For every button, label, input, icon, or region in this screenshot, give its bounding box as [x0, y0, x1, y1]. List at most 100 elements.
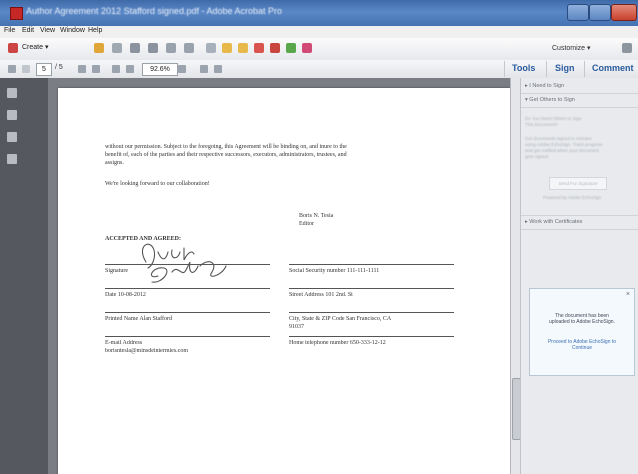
tab-separator	[546, 61, 547, 77]
expand-icon[interactable]	[622, 43, 632, 53]
close-button[interactable]	[611, 4, 637, 21]
phone-line	[289, 336, 454, 337]
form-icon[interactable]	[302, 43, 312, 53]
send-for-signature-button[interactable]: Send For Signature	[549, 177, 607, 190]
section-divider	[521, 93, 638, 94]
tab-separator	[504, 61, 505, 77]
powered-by-text: Powered by Adobe EchoSign	[543, 195, 602, 200]
zoom-dropdown-icon[interactable]	[178, 65, 186, 73]
next-page-icon[interactable]	[22, 65, 30, 73]
signature-label: Signature	[105, 268, 128, 274]
zoom-level-input[interactable]: 92.6%	[142, 63, 178, 76]
email-line	[105, 336, 270, 337]
page-count: / 5	[55, 64, 63, 71]
menu-bar: File Edit View Window Help	[0, 26, 638, 38]
section-divider	[521, 215, 638, 216]
echosign-notification: × The document has been uploaded to Adobe…	[529, 288, 635, 376]
printed-name-field: Printed Name Alan Stafford	[105, 316, 173, 322]
section-work-with-certificates[interactable]: ▸ Work with Certificates	[525, 219, 582, 225]
menu-help[interactable]: Help	[88, 27, 102, 34]
bookmarks-icon[interactable]	[7, 110, 17, 120]
notification-message: The document has been uploaded to Adobe E…	[536, 313, 628, 325]
signatures-icon[interactable]	[7, 132, 17, 142]
zoom-out-icon[interactable]	[112, 65, 120, 73]
customize-label: Customize	[552, 45, 586, 52]
street-field: Street Address 101 2nd. St	[289, 292, 353, 298]
prev-page-icon[interactable]	[8, 65, 16, 73]
create-label: Create	[22, 44, 44, 51]
customize-button[interactable]: Customize ▾	[552, 44, 591, 52]
printer-icon[interactable]	[148, 43, 158, 53]
description-text: gets signed.	[525, 154, 550, 159]
acrobat-window: Author Agreement 2012 Stafford signed.pd…	[0, 0, 638, 474]
section-divider	[521, 229, 638, 230]
menu-file[interactable]: File	[4, 27, 15, 34]
section-label: Work with Certificates	[529, 219, 583, 225]
minimize-button[interactable]	[567, 4, 589, 21]
tab-separator	[584, 61, 585, 77]
email-label: E-mail Address	[105, 340, 143, 346]
ssn-line	[289, 264, 454, 265]
proceed-to-echosign-link[interactable]: Proceed to Adobe EchoSign to Continue	[536, 339, 628, 351]
zip-field: 91037	[289, 324, 304, 330]
select-tool-icon[interactable]	[78, 65, 86, 73]
stamp-icon[interactable]	[254, 43, 264, 53]
handwritten-signature	[141, 243, 227, 283]
tab-tools[interactable]: Tools	[512, 63, 535, 73]
comment-icon[interactable]	[222, 43, 232, 53]
fit-page-icon[interactable]	[200, 65, 208, 73]
navigation-pane	[0, 78, 48, 474]
email-icon[interactable]	[184, 43, 194, 53]
open-folder-icon[interactable]	[94, 43, 104, 53]
doc-paragraph-line: benefit of, each of the parties and thei…	[105, 152, 347, 158]
printed-name-line	[105, 312, 270, 313]
email-field: borisntesla@minsdeintermies.com	[105, 348, 189, 354]
hand-tool-icon[interactable]	[92, 65, 100, 73]
page-thumbnails-icon[interactable]	[7, 88, 17, 98]
link-line: Continue	[571, 345, 592, 351]
combine-icon[interactable]	[270, 43, 280, 53]
doc-paragraph-line: assigns.	[105, 160, 124, 166]
share-icon[interactable]	[286, 43, 296, 53]
maximize-button[interactable]	[589, 4, 611, 21]
gear-icon[interactable]	[206, 43, 216, 53]
menu-window[interactable]: Window	[60, 27, 85, 34]
settings-icon[interactable]	[166, 43, 176, 53]
doc-closing-line: We're looking forward to our collaborati…	[105, 181, 210, 187]
main-toolbar: Create ▾ Customize ▾	[0, 38, 638, 61]
close-icon[interactable]: ×	[626, 291, 630, 298]
signature-line	[105, 264, 270, 265]
save-icon[interactable]	[112, 43, 122, 53]
signer-name: Boris N. Tesla	[299, 213, 334, 219]
menu-view[interactable]: View	[40, 27, 55, 34]
menu-edit[interactable]: Edit	[22, 27, 34, 34]
tab-comment[interactable]: Comment	[592, 63, 634, 73]
city-field: City, State & ZIP Code San Francisco, CA	[289, 316, 392, 322]
create-button[interactable]: Create ▾	[22, 43, 48, 51]
date-field: Date 10-08-2012	[105, 292, 146, 298]
street-line	[289, 288, 454, 289]
attachments-icon[interactable]	[7, 154, 17, 164]
signer-title: Editor	[299, 221, 314, 227]
message-line: uploaded to Adobe EchoSign.	[549, 319, 615, 325]
section-label: Get Others to Sign	[529, 97, 575, 103]
acrobat-app-icon	[10, 7, 23, 20]
section-get-others-to-sign[interactable]: ▾ Get Others to Sign	[525, 97, 575, 103]
question-text: This Document?	[525, 122, 558, 127]
section-i-need-to-sign[interactable]: ▸ I Need to Sign	[525, 83, 564, 89]
print-icon[interactable]	[130, 43, 140, 53]
section-divider	[521, 107, 638, 108]
document-area[interactable]: without our permission. Subject to the f…	[48, 78, 518, 474]
fit-width-icon[interactable]	[214, 65, 222, 73]
phone-field: Home telephone number 650-333-12-12	[289, 340, 386, 346]
ssn-field: Social Security number 111-111-1111	[289, 268, 380, 274]
section-label: I Need to Sign	[529, 83, 565, 89]
note-icon[interactable]	[238, 43, 248, 53]
zoom-in-icon[interactable]	[126, 65, 134, 73]
date-line	[105, 288, 270, 289]
tab-sign[interactable]: Sign	[555, 63, 575, 73]
page-number-input[interactable]: 5	[36, 63, 52, 76]
sign-pane: ▸ I Need to Sign ▾ Get Others to Sign Do…	[520, 78, 638, 474]
window-title: Author Agreement 2012 Stafford signed.pd…	[26, 6, 283, 16]
city-line	[289, 312, 454, 313]
